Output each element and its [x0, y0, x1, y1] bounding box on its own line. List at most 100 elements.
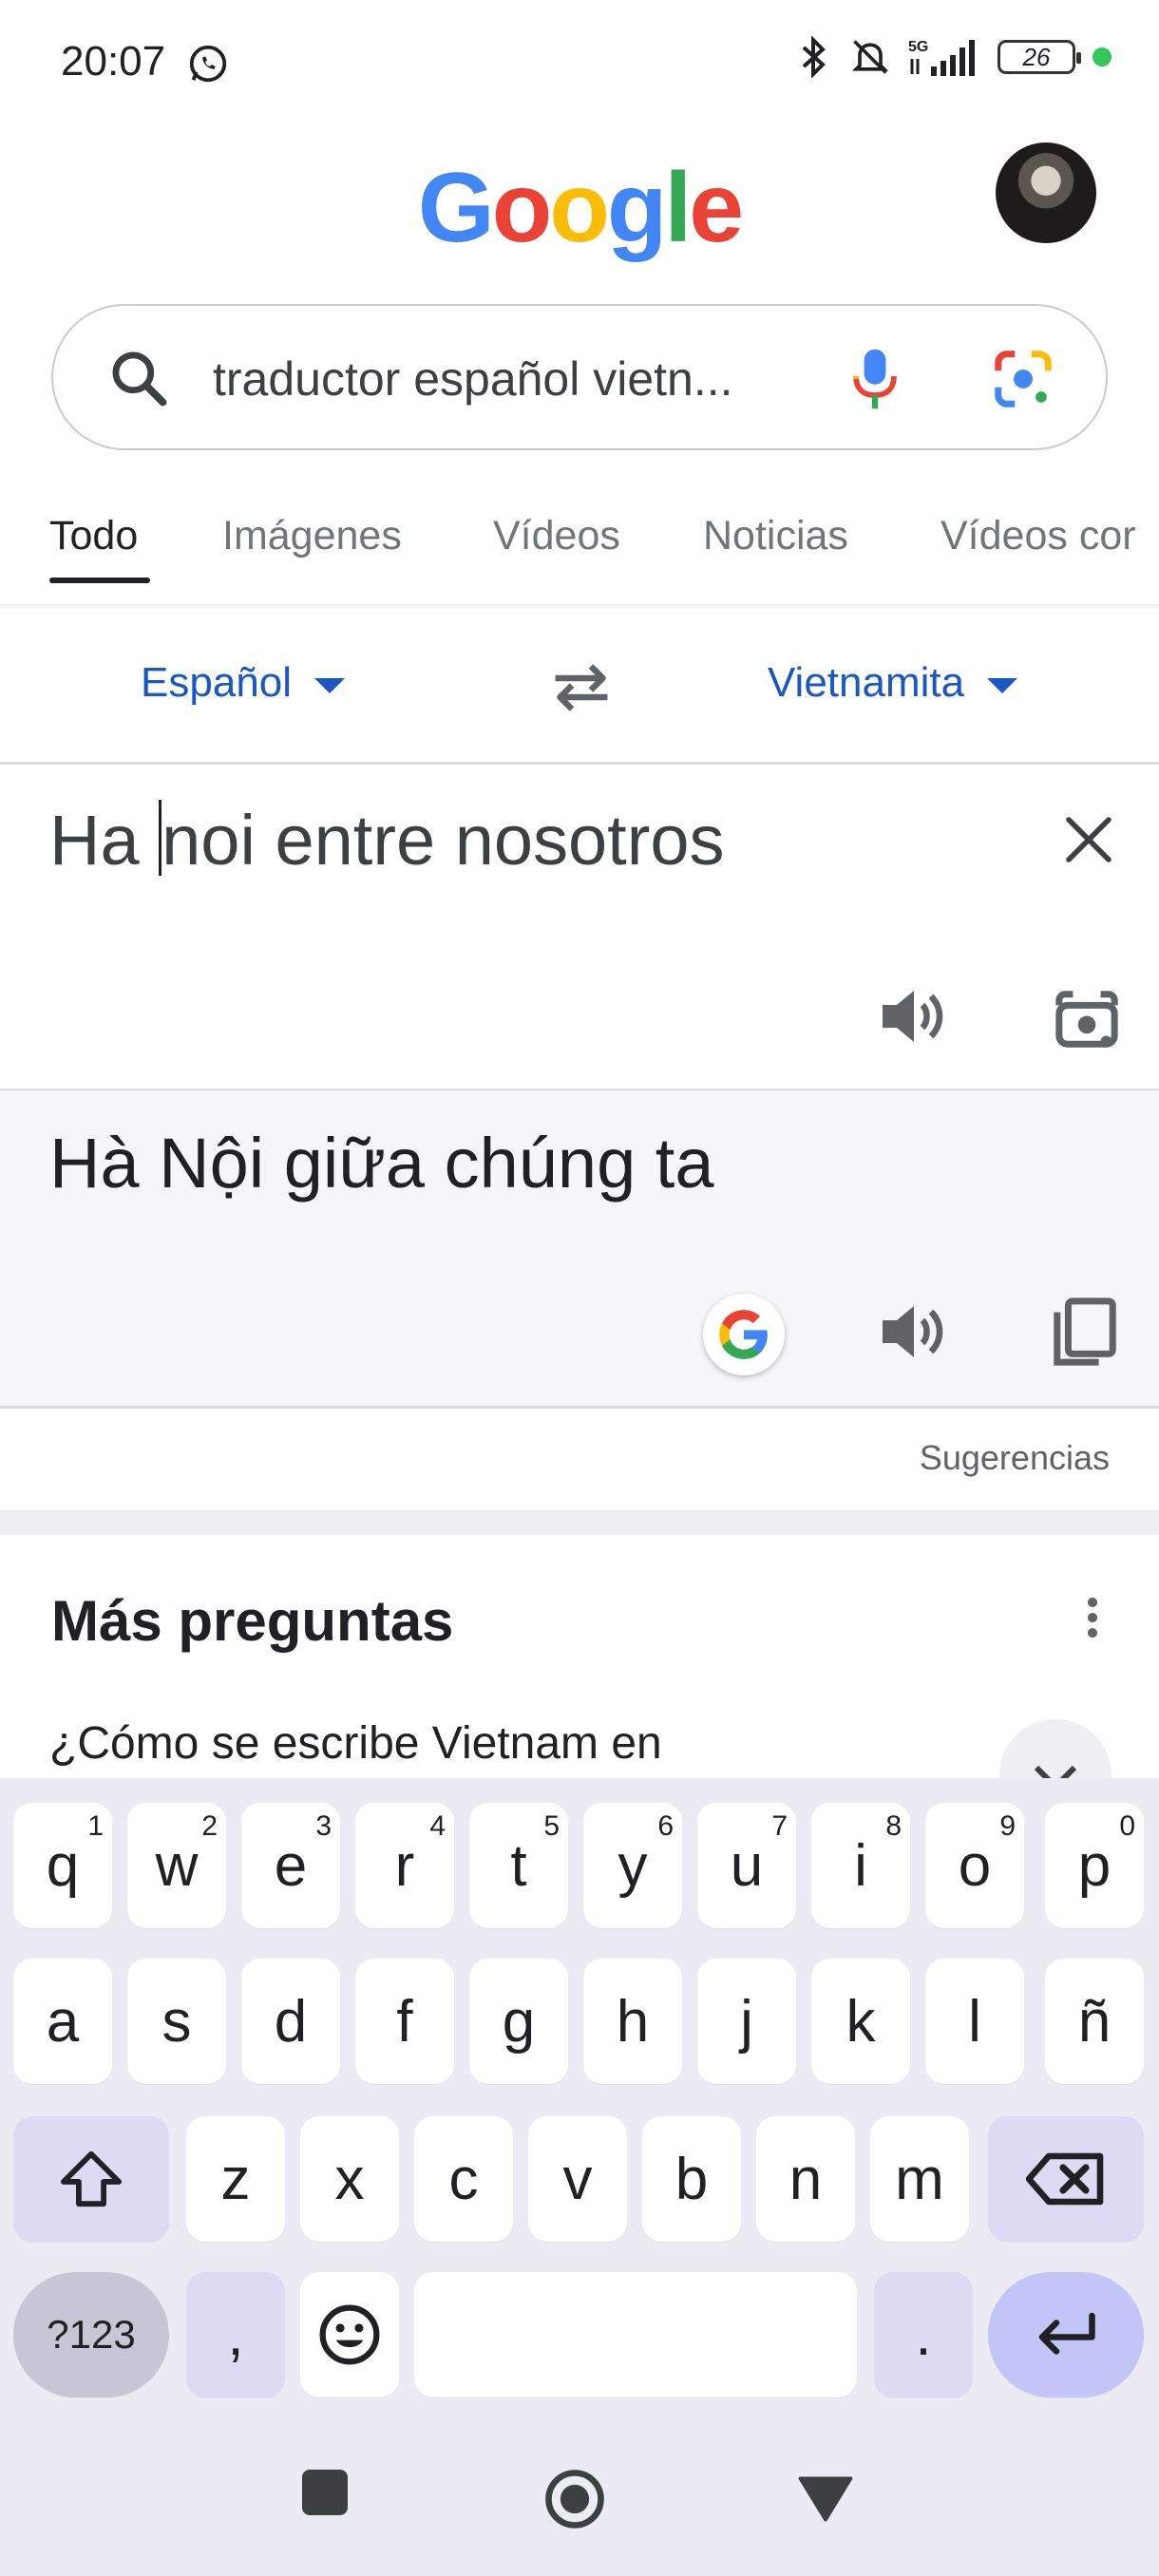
- speaker-icon[interactable]: [876, 982, 952, 1051]
- google-lens-icon[interactable]: [990, 346, 1056, 412]
- more-questions-heading: Más preguntas: [51, 1589, 454, 1653]
- tabs-divider: [0, 604, 1159, 610]
- swap-languages-icon[interactable]: [545, 659, 618, 716]
- source-text-input[interactable]: Ha noi entre nosotros: [49, 800, 725, 881]
- search-input[interactable]: traductor español vietn...: [213, 351, 733, 407]
- section-separator: [0, 1510, 1159, 1535]
- copy-icon[interactable]: [1051, 1296, 1119, 1368]
- home-button[interactable]: [543, 2468, 606, 2530]
- google-g-icon: [719, 1310, 768, 1359]
- enter-icon: [1038, 2312, 1095, 2355]
- key-w[interactable]: w2: [127, 1803, 226, 1928]
- recents-button[interactable]: [302, 2470, 348, 2515]
- divider: [0, 762, 1159, 765]
- target-language-label: Vietnamita: [768, 659, 965, 706]
- on-screen-keyboard: q1 w2 e3 r4 t5 y6 u7 i8 o9 p0 a s d f g …: [0, 1778, 1159, 2576]
- key-digit: 2: [201, 1810, 218, 1842]
- camera-icon[interactable]: [1051, 986, 1123, 1052]
- search-box[interactable]: traductor español vietn...: [51, 304, 1108, 450]
- symbols-key[interactable]: ?123: [13, 2272, 169, 2397]
- google-search-translation-button[interactable]: [703, 1294, 785, 1375]
- key-y[interactable]: y6: [583, 1803, 682, 1928]
- chevron-down-icon: [314, 678, 346, 693]
- logo-letter: e: [689, 153, 744, 263]
- key-p[interactable]: p0: [1045, 1803, 1144, 1928]
- key-m[interactable]: m: [870, 2116, 969, 2242]
- key-digit: 4: [429, 1810, 446, 1842]
- key-e[interactable]: e3: [241, 1803, 340, 1928]
- logo-letter: g: [606, 153, 668, 263]
- tab-videos[interactable]: Vídeos: [493, 513, 620, 559]
- logo-letter: o: [491, 153, 553, 263]
- key-t[interactable]: t5: [469, 1803, 568, 1928]
- chevron-down-icon: [987, 678, 1018, 693]
- key-x[interactable]: x: [300, 2116, 399, 2242]
- tab-todo[interactable]: Todo: [49, 513, 138, 559]
- google-logo[interactable]: Google: [0, 152, 1159, 265]
- backspace-icon: [1026, 2152, 1104, 2206]
- search-tabs: Todo Imágenes Vídeos Noticias Vídeos cor: [0, 513, 1159, 589]
- battery-indicator: 26: [998, 40, 1081, 74]
- more-options-icon[interactable]: [1083, 1596, 1102, 1639]
- status-icons: 5G 26: [794, 36, 1112, 78]
- key-digit: 5: [543, 1810, 560, 1842]
- key-a[interactable]: a: [13, 1959, 112, 2084]
- tab-noticias[interactable]: Noticias: [703, 513, 848, 559]
- key-n[interactable]: n: [756, 2116, 855, 2242]
- key-b[interactable]: b: [642, 2116, 741, 2242]
- backspace-key[interactable]: [988, 2116, 1144, 2242]
- divider: [0, 1406, 1159, 1409]
- key-letter: y: [618, 1832, 648, 1899]
- key-d[interactable]: d: [241, 1959, 340, 2084]
- key-digit: 3: [315, 1810, 332, 1842]
- comma-key[interactable]: ,: [186, 2272, 285, 2397]
- key-digit: 7: [771, 1810, 788, 1842]
- key-i[interactable]: i8: [811, 1803, 910, 1928]
- key-g[interactable]: g: [469, 1959, 568, 2084]
- source-language-label: Español: [141, 659, 293, 706]
- shift-key[interactable]: [13, 2116, 169, 2242]
- key-j[interactable]: j: [697, 1959, 796, 2084]
- tab-imagenes[interactable]: Imágenes: [222, 513, 402, 559]
- close-icon[interactable]: [1062, 813, 1115, 866]
- logo-letter: o: [549, 153, 610, 263]
- source-text-after-cursor: noi entre nosotros: [162, 801, 725, 880]
- status-time: 20:07: [61, 38, 166, 85]
- shift-icon: [61, 2150, 122, 2207]
- back-button[interactable]: [798, 2475, 853, 2523]
- key-z[interactable]: z: [186, 2116, 285, 2242]
- logo-letter: G: [417, 153, 495, 263]
- source-language-select[interactable]: Español: [141, 659, 346, 707]
- key-u[interactable]: u7: [697, 1803, 796, 1928]
- key-letter: r: [394, 1832, 415, 1899]
- whatsapp-icon: [189, 45, 227, 83]
- key-n-tilde[interactable]: ñ: [1045, 1959, 1144, 2084]
- bell-muted-icon: [851, 40, 889, 74]
- translation-text: Hà Nội giữa chúng ta: [49, 1124, 714, 1203]
- active-tab-indicator: [49, 578, 150, 583]
- key-q[interactable]: q1: [13, 1803, 112, 1928]
- feedback-link[interactable]: Sugerencias: [920, 1438, 1110, 1478]
- tab-videos-cortos[interactable]: Vídeos cor: [940, 513, 1136, 559]
- speaker-icon[interactable]: [876, 1297, 952, 1366]
- emoji-key[interactable]: [300, 2272, 399, 2397]
- key-l[interactable]: l: [925, 1959, 1024, 2084]
- microphone-icon[interactable]: [842, 344, 908, 414]
- key-o[interactable]: o9: [925, 1803, 1024, 1928]
- key-f[interactable]: f: [355, 1959, 454, 2084]
- key-letter: p: [1077, 1832, 1112, 1899]
- key-h[interactable]: h: [583, 1959, 682, 2084]
- account-avatar[interactable]: [996, 142, 1096, 243]
- key-r[interactable]: r4: [355, 1803, 454, 1928]
- key-k[interactable]: k: [811, 1959, 910, 2084]
- key-letter: q: [46, 1832, 80, 1899]
- key-c[interactable]: c: [414, 2116, 513, 2242]
- period-key[interactable]: .: [874, 2272, 973, 2397]
- question-item[interactable]: ¿Cómo se escribe Vietnam en: [49, 1717, 662, 1770]
- key-s[interactable]: s: [127, 1959, 226, 2084]
- key-v[interactable]: v: [528, 2116, 627, 2242]
- enter-key[interactable]: [988, 2272, 1144, 2397]
- space-key[interactable]: [414, 2272, 857, 2397]
- target-language-select[interactable]: Vietnamita: [768, 659, 1018, 707]
- search-icon: [112, 351, 167, 407]
